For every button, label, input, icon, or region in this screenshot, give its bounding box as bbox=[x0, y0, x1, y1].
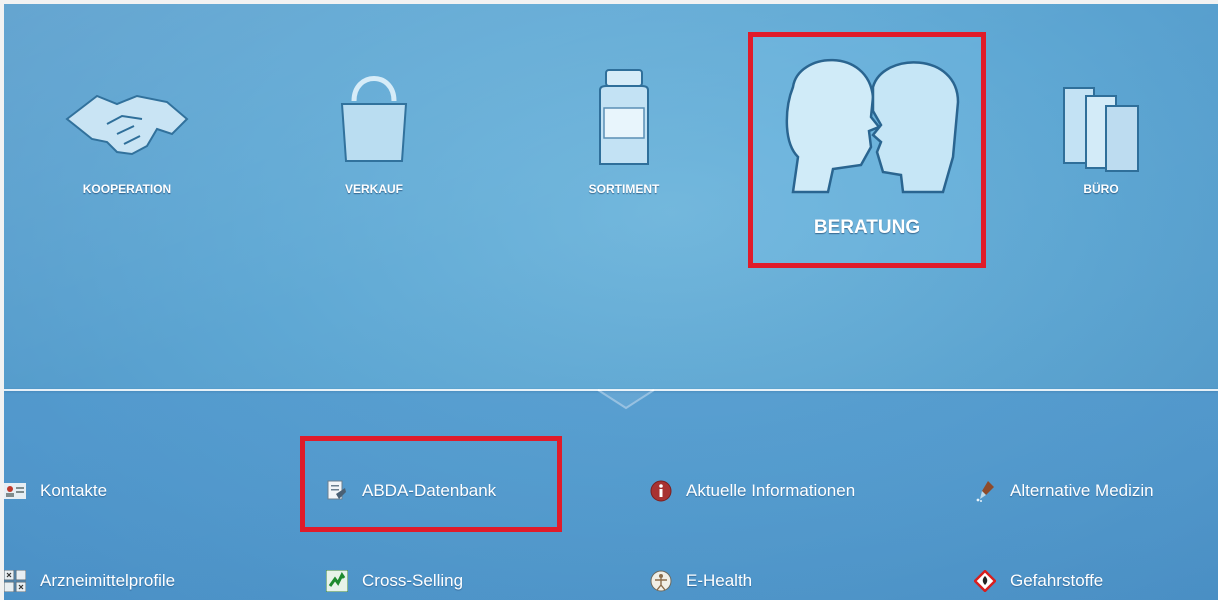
highlight-box bbox=[300, 436, 562, 532]
category-label: BÜRO bbox=[1083, 182, 1119, 196]
menu-item-label: Alternative Medizin bbox=[1010, 481, 1154, 500]
menu-item-kontakte[interactable]: Kontakte bbox=[4, 480, 107, 502]
menu-item-label: Gefahrstoffe bbox=[1010, 571, 1104, 590]
vitruvian-man-icon bbox=[650, 570, 672, 592]
menu-item-aktuelle-informationen[interactable]: Aktuelle Informationen bbox=[650, 480, 855, 502]
two-heads-icon bbox=[785, 58, 960, 194]
category-label: SORTIMENT bbox=[588, 182, 660, 196]
menu-item-label: Kontakte bbox=[40, 481, 108, 500]
category-beratung[interactable]: BERATUNG bbox=[748, 32, 986, 268]
menu-item-label: Aktuelle Informationen bbox=[686, 481, 856, 500]
category-label: VERKAUF bbox=[344, 182, 403, 196]
handshake-icon bbox=[65, 94, 189, 156]
menu-item-e-health[interactable]: E-Health bbox=[650, 570, 752, 592]
contact-card-icon bbox=[4, 480, 26, 502]
category-label: BERATUNG bbox=[813, 217, 921, 238]
dropper-icon bbox=[974, 480, 996, 502]
category-verkauf[interactable]: VERKAUF bbox=[324, 66, 424, 206]
info-icon bbox=[650, 480, 672, 502]
category-label: KOOPERATION bbox=[82, 182, 172, 196]
profile-grid-icon bbox=[4, 570, 26, 592]
category-sortiment[interactable]: SORTIMENT bbox=[574, 68, 674, 208]
menu-item-alternative-medizin[interactable]: Alternative Medizin bbox=[974, 480, 1154, 502]
binders-icon bbox=[1063, 87, 1139, 172]
menu-item-label: E-Health bbox=[686, 571, 753, 590]
menu-item-arzneimittelprofile[interactable]: Arzneimittelprofile bbox=[4, 570, 175, 592]
category-buero[interactable]: BÜRO bbox=[1056, 84, 1146, 204]
cross-selling-icon bbox=[326, 570, 348, 592]
shopping-bag-icon bbox=[340, 76, 408, 162]
menu-item-cross-selling[interactable]: Cross-Selling bbox=[326, 570, 463, 592]
medicine-bottle-icon bbox=[599, 69, 649, 165]
menu-item-label: Arzneimittelprofile bbox=[40, 571, 176, 590]
menu-item-label: Cross-Selling bbox=[362, 571, 464, 590]
category-kooperation[interactable]: KOOPERATION bbox=[62, 74, 192, 204]
menu-item-gefahrstoffe[interactable]: Gefahrstoffe bbox=[974, 570, 1103, 592]
hazard-icon bbox=[974, 570, 996, 592]
app-window: KOOPERATION VERKAUF SORTIMENT BERATUNG B… bbox=[4, 4, 1218, 600]
